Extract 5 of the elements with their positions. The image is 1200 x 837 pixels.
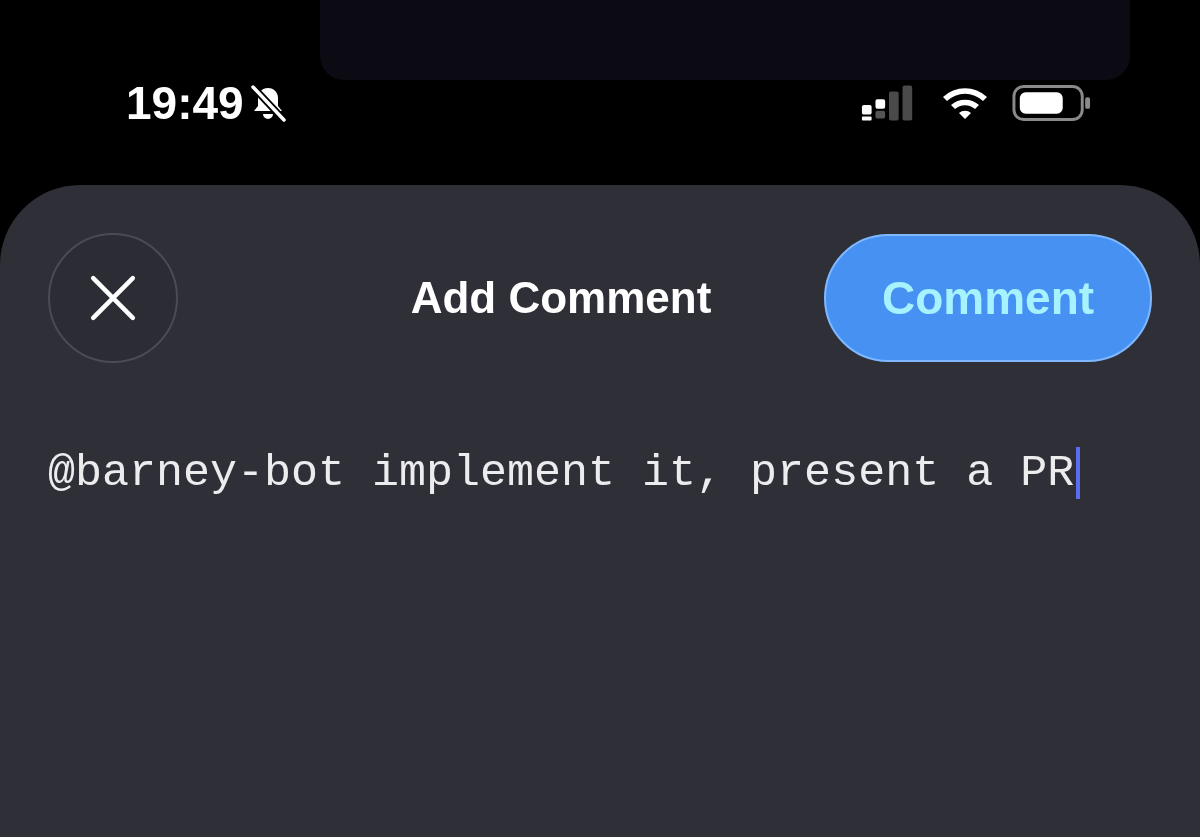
sheet-title: Add Comment xyxy=(410,273,712,323)
comment-input-field[interactable]: @barney-bot implement it, present a PR xyxy=(48,447,1081,499)
text-cursor xyxy=(1076,447,1081,499)
battery-icon xyxy=(1012,83,1092,123)
clock-time: 19:49 xyxy=(126,76,244,130)
